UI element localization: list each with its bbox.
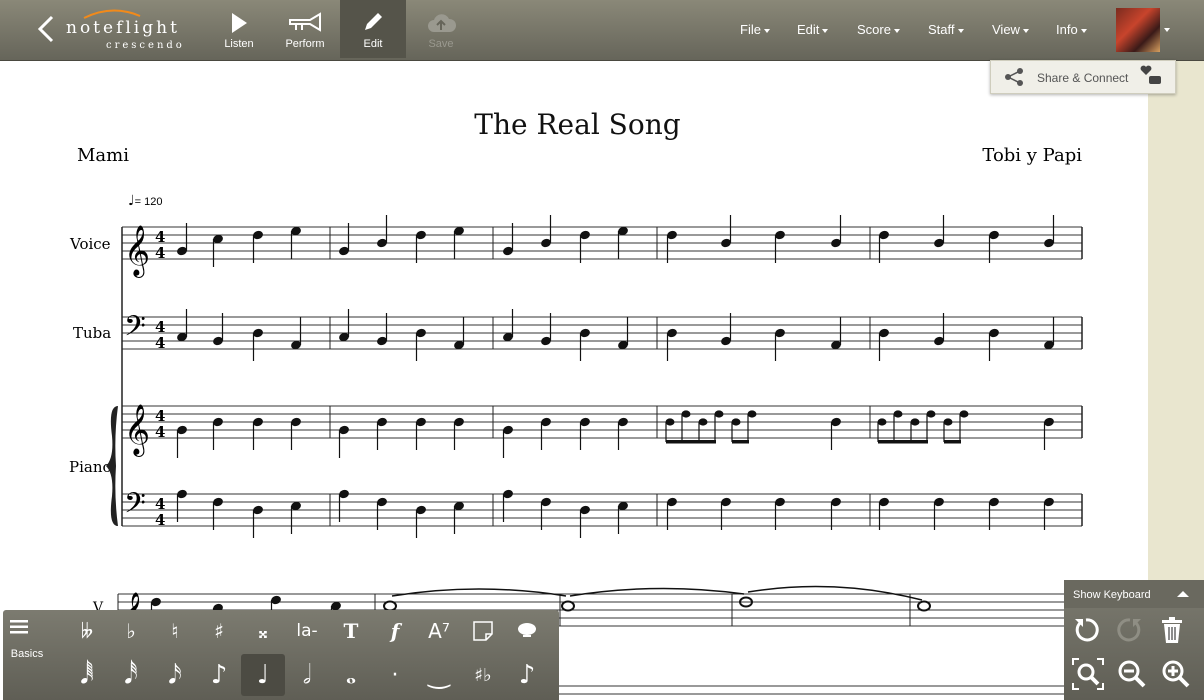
- palette-symbol: 𝄫: [80, 619, 94, 643]
- grace-icon: ♪: [518, 660, 536, 690]
- text-button[interactable]: T: [329, 610, 373, 652]
- palette-symbol: f: [390, 619, 400, 643]
- note-head: [747, 410, 757, 418]
- palette-symbol: ♭: [126, 619, 136, 643]
- time-signature: 4: [155, 244, 165, 262]
- whole-note-button[interactable]: 𝅝: [329, 654, 373, 696]
- edit-tools-panel: Show Keyboard: [1064, 580, 1204, 700]
- zoom-out-icon: [1118, 660, 1146, 688]
- note-head: [714, 410, 724, 418]
- trash-icon: [1162, 617, 1182, 643]
- zoom-in-button[interactable]: [1156, 654, 1196, 694]
- grace-note-button[interactable]: ♪: [505, 654, 549, 696]
- 16th-icon: 𝅘𝅥𝅯: [168, 659, 182, 690]
- palette-symbol: la-: [296, 621, 318, 641]
- note-icon: [473, 621, 493, 641]
- undo-button[interactable]: [1066, 610, 1106, 650]
- whole-note: [561, 600, 575, 612]
- balloon-button[interactable]: [505, 610, 549, 652]
- show-keyboard-label: Show Keyboard: [1073, 589, 1151, 601]
- palette-menu-label: Basics: [10, 648, 44, 660]
- undo-icon: [1075, 618, 1099, 642]
- ♯♭-note-button[interactable]: ♯♭: [461, 654, 505, 696]
- piano-brace-icon: [106, 406, 118, 526]
- palette-symbol: 𝄪: [258, 619, 268, 643]
- palette-symbol: T: [343, 619, 359, 643]
- score-canvas[interactable]: 𝄞44𝄢44𝄞44𝄢44𝄞: [0, 0, 1148, 700]
- note-head: [926, 410, 936, 418]
- 8th-icon: ♪: [210, 660, 228, 690]
- half-icon: 𝅗𝅥: [302, 659, 312, 690]
- sharp-button[interactable]: ♯: [197, 610, 241, 652]
- tie-icon: ‿: [428, 660, 450, 690]
- treble-clef-icon: 𝄞: [124, 404, 150, 457]
- natural-button[interactable]: ♮: [153, 610, 197, 652]
- chevron-up-icon: [1177, 591, 1189, 597]
- zoom-fit-button[interactable]: [1068, 654, 1108, 694]
- note-head: [943, 418, 953, 426]
- quarter-note-button[interactable]: ♩: [241, 654, 285, 696]
- double-sharp-button[interactable]: 𝄪: [241, 610, 285, 652]
- time-signature: 4: [155, 511, 165, 529]
- 8th-note-button[interactable]: ♪: [197, 654, 241, 696]
- zoom-out-button[interactable]: [1112, 654, 1152, 694]
- avatar-chevron-down-icon[interactable]: [1164, 28, 1170, 32]
- beam: [732, 440, 749, 444]
- bass-clef-icon: 𝄢: [124, 487, 146, 527]
- note-head: [665, 418, 675, 426]
- dot-icon: ·: [391, 662, 399, 688]
- time-signature: 4: [155, 423, 165, 441]
- note-annotation-button[interactable]: [461, 610, 505, 652]
- treble-clef-icon: 𝄞: [124, 225, 150, 278]
- notation-palette: Basics 𝄫 ♭ ♮ ♯ 𝄪 la- Tf A⁷ 𝅘𝅥𝅱 𝅘𝅥𝅰 𝅘𝅥𝅯 ♪ ♩ 𝅗𝅥 𝅝 · ‿ ♯♭ ♪: [3, 610, 559, 700]
- delete-button[interactable]: [1152, 610, 1192, 650]
- whole-note: [917, 600, 931, 612]
- balloon-icon: [518, 623, 536, 637]
- 32nd-note-button[interactable]: 𝅘𝅥𝅰: [109, 654, 153, 696]
- note-head: [893, 410, 903, 418]
- 16th-note-button[interactable]: 𝅘𝅥𝅯: [153, 654, 197, 696]
- tie-curve: [569, 587, 745, 597]
- bass-clef-icon: 𝄢: [124, 310, 146, 350]
- dynamic-button[interactable]: f: [373, 610, 417, 652]
- tie-note-button[interactable]: ‿: [417, 654, 461, 696]
- beam: [666, 440, 716, 444]
- time-signature: 4: [155, 334, 165, 352]
- 64th-note-button[interactable]: 𝅘𝅥𝅱: [65, 654, 109, 696]
- accidental-toggle-icon: ♯♭: [474, 664, 492, 686]
- beam: [878, 440, 928, 444]
- beam: [944, 440, 961, 444]
- zoom-fit-icon: [1072, 658, 1104, 690]
- note-head: [731, 418, 741, 426]
- quarter-icon: ♩: [256, 660, 270, 690]
- note-head: [877, 418, 887, 426]
- tie-curve: [747, 585, 923, 601]
- dot-note-button[interactable]: ·: [373, 654, 417, 696]
- chord-symbol-button[interactable]: A⁷: [417, 610, 461, 652]
- redo-icon: [1117, 618, 1141, 642]
- note-head: [698, 418, 708, 426]
- note-head: [681, 410, 691, 418]
- show-keyboard-button[interactable]: Show Keyboard: [1064, 580, 1204, 608]
- flat-button[interactable]: ♭: [109, 610, 153, 652]
- half-note-button[interactable]: 𝅗𝅥: [285, 654, 329, 696]
- 32nd-icon: 𝅘𝅥𝅰: [124, 659, 138, 690]
- tie-curve: [391, 588, 567, 597]
- hamburger-icon: [10, 620, 28, 634]
- 64th-icon: 𝅘𝅥𝅱: [80, 659, 94, 690]
- palette-symbol: ♯: [214, 619, 224, 643]
- whole-icon: 𝅝: [345, 659, 357, 690]
- note-head: [959, 410, 969, 418]
- double-flat-button[interactable]: 𝄫: [65, 610, 109, 652]
- palette-menu-button[interactable]: Basics: [3, 610, 57, 700]
- lyric-button[interactable]: la-: [285, 610, 329, 652]
- redo-button[interactable]: [1110, 610, 1150, 650]
- zoom-in-icon: [1162, 660, 1190, 688]
- note-head: [910, 418, 920, 426]
- palette-symbol: ♮: [171, 619, 179, 643]
- palette-symbol: A⁷: [428, 619, 450, 643]
